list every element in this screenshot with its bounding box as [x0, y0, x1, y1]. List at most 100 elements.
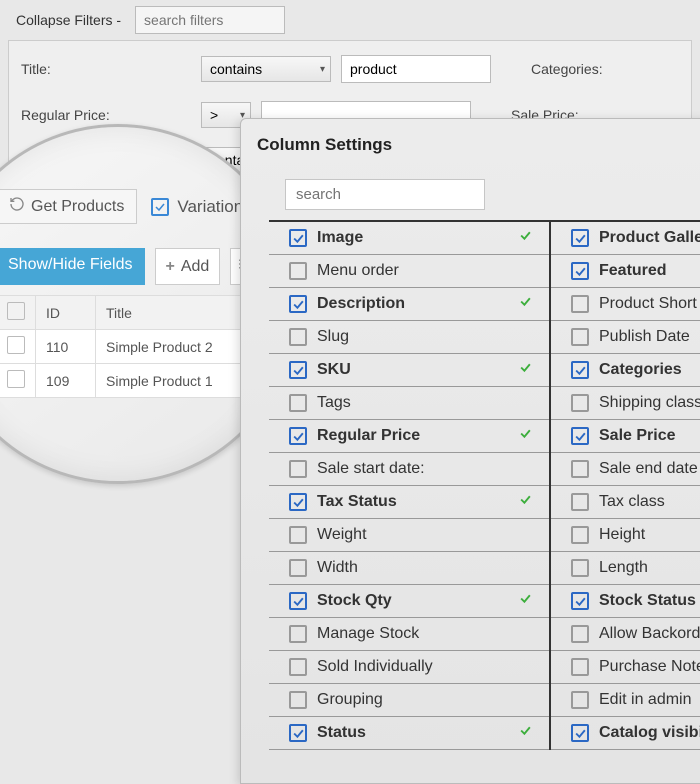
column-toggle-row[interactable]: Tax class — [551, 486, 700, 519]
column-name: Slug — [317, 328, 509, 346]
check-icon — [519, 295, 539, 313]
checkbox-icon — [571, 262, 589, 280]
checkbox-icon — [151, 198, 169, 216]
checkbox-icon — [571, 295, 589, 313]
checkbox-icon — [571, 493, 589, 511]
column-toggle-row[interactable]: Status — [269, 717, 549, 750]
checkbox-icon — [289, 493, 307, 511]
cell-id: 109 — [36, 364, 96, 398]
column-name: Height — [599, 526, 700, 544]
check-icon — [519, 592, 539, 610]
collapse-filters-link[interactable]: Collapse Filters - — [10, 8, 127, 32]
column-search-input[interactable] — [285, 179, 485, 210]
get-products-button[interactable]: Get Products — [0, 189, 137, 224]
checkbox-icon — [571, 724, 589, 742]
column-name: Purchase Note — [599, 658, 700, 676]
checkbox-icon — [571, 427, 589, 445]
column-toggle-row[interactable]: Stock Qty — [269, 585, 549, 618]
filter-categories-label: Categories: — [531, 61, 651, 77]
column-toggle-row[interactable]: SKU — [269, 354, 549, 387]
filter-title-label: Title: — [21, 61, 191, 77]
check-icon — [519, 229, 539, 247]
column-toggle-row[interactable]: Weight — [269, 519, 549, 552]
checkbox-icon — [289, 559, 307, 577]
column-name: Regular Price — [317, 427, 509, 445]
filter-regprice-label: Regular Price: — [21, 107, 191, 123]
row-checkbox[interactable] — [7, 336, 25, 354]
plus-icon — [166, 258, 175, 276]
col-id[interactable]: ID — [36, 296, 96, 330]
column-toggle-row[interactable]: Width — [269, 552, 549, 585]
column-toggle-row[interactable]: Edit in admin — [551, 684, 700, 717]
column-toggle-row[interactable]: Length — [551, 552, 700, 585]
show-hide-fields-button[interactable]: Show/Hide Fields — [0, 248, 145, 285]
check-icon — [519, 361, 539, 379]
column-name: Sale end date — [599, 460, 700, 478]
column-toggle-row[interactable]: Slug — [269, 321, 549, 354]
checkbox-icon — [571, 559, 589, 577]
column-name: Tags — [317, 394, 509, 412]
column-toggle-row[interactable]: Height — [551, 519, 700, 552]
filter-title-value[interactable] — [341, 55, 491, 83]
column-settings-title: Column Settings — [257, 135, 700, 155]
checkbox-icon — [289, 229, 307, 247]
column-name: Weight — [317, 526, 509, 544]
checkbox-icon — [289, 691, 307, 709]
filter-title-op[interactable]: contains — [201, 56, 331, 82]
column-toggle-row[interactable]: Manage Stock — [269, 618, 549, 651]
column-name: Product Gallery — [599, 229, 700, 247]
column-toggle-row[interactable]: Sold Individually — [269, 651, 549, 684]
column-name: Sale start date: — [317, 460, 509, 478]
checkbox-icon — [571, 592, 589, 610]
column-toggle-row[interactable]: Grouping — [269, 684, 549, 717]
column-toggle-row[interactable]: Sale start date: — [269, 453, 549, 486]
check-icon — [519, 493, 539, 511]
column-name: Sale Price — [599, 427, 700, 445]
column-name: Length — [599, 559, 700, 577]
column-name: Description — [317, 295, 509, 313]
column-toggle-row[interactable]: Image — [269, 222, 549, 255]
column-name: Tax Status — [317, 493, 509, 511]
search-filters-input[interactable] — [135, 6, 285, 34]
column-name: Edit in admin — [599, 691, 700, 709]
column-name: Allow Backorders — [599, 625, 700, 643]
column-toggle-row[interactable]: Purchase Note — [551, 651, 700, 684]
row-checkbox[interactable] — [7, 370, 25, 388]
add-button[interactable]: Add — [155, 248, 221, 285]
column-toggle-row[interactable]: Product Short Description — [551, 288, 700, 321]
checkbox-icon — [571, 526, 589, 544]
checkbox-icon — [289, 658, 307, 676]
column-toggle-row[interactable]: Description — [269, 288, 549, 321]
column-toggle-row[interactable]: Shipping class — [551, 387, 700, 420]
checkbox-icon — [289, 460, 307, 478]
checkbox-icon — [289, 295, 307, 313]
column-toggle-row[interactable]: Catalog visibility — [551, 717, 700, 750]
column-toggle-row[interactable]: Featured — [551, 255, 700, 288]
column-name: Stock Qty — [317, 592, 509, 610]
checkbox-icon — [289, 592, 307, 610]
column-name: Featured — [599, 262, 700, 280]
column-toggle-row[interactable]: Menu order — [269, 255, 549, 288]
checkbox-icon — [571, 658, 589, 676]
column-name: Shipping class — [599, 394, 700, 412]
column-toggle-row[interactable]: Categories — [551, 354, 700, 387]
checkbox-icon — [289, 526, 307, 544]
column-toggle-row[interactable]: Tags — [269, 387, 549, 420]
column-toggle-row[interactable]: Allow Backorders — [551, 618, 700, 651]
get-products-label: Get Products — [31, 198, 124, 216]
checkbox-icon — [289, 361, 307, 379]
column-name: Stock Status — [599, 592, 700, 610]
column-toggle-row[interactable]: Product Gallery — [551, 222, 700, 255]
column-toggle-row[interactable]: Publish Date — [551, 321, 700, 354]
select-all-checkbox[interactable] — [7, 302, 25, 320]
variations-toggle[interactable]: Variations — [151, 197, 251, 217]
column-toggle-row[interactable]: Regular Price — [269, 420, 549, 453]
column-toggle-row[interactable]: Sale end date — [551, 453, 700, 486]
check-icon — [519, 427, 539, 445]
checkbox-icon — [289, 625, 307, 643]
check-icon — [519, 724, 539, 742]
column-toggle-row[interactable]: Tax Status — [269, 486, 549, 519]
column-name: SKU — [317, 361, 509, 379]
column-toggle-row[interactable]: Sale Price — [551, 420, 700, 453]
column-toggle-row[interactable]: Stock Status — [551, 585, 700, 618]
